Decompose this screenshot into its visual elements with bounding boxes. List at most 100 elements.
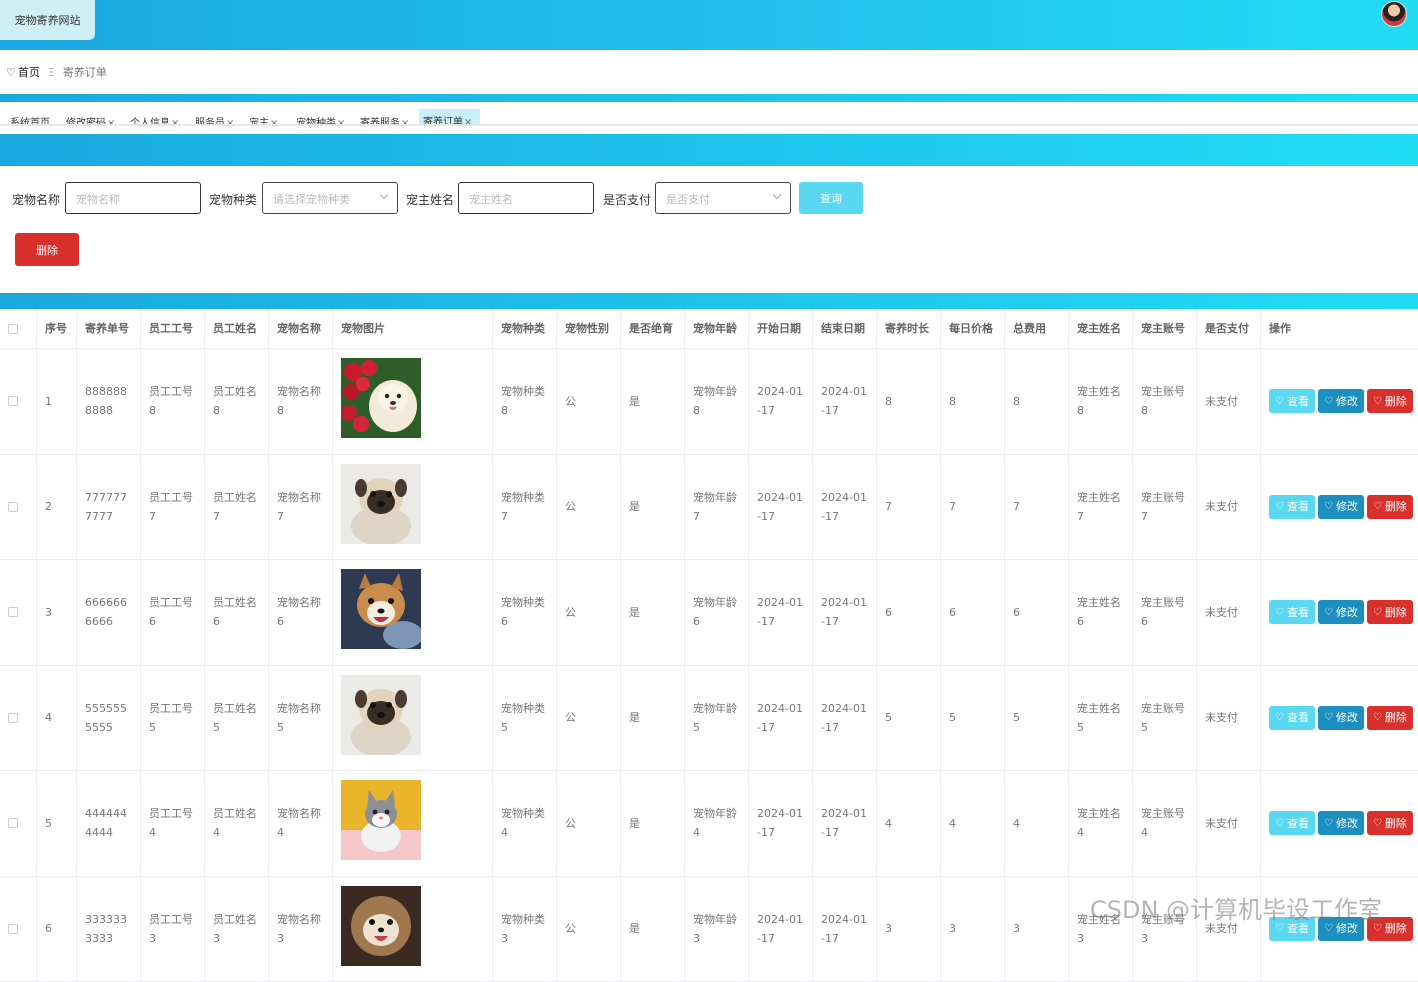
close-icon[interactable]: × <box>107 118 115 126</box>
view-button[interactable]: ♡查看 <box>1269 600 1315 624</box>
edit-button[interactable]: ♡修改 <box>1318 389 1364 413</box>
pet-photo[interactable] <box>341 464 421 550</box>
pet-gender-cell: 公 <box>557 877 621 982</box>
pet-age-cell: 宠物年龄4 <box>685 771 749 876</box>
index-cell: 6 <box>37 877 77 982</box>
pet-image-cell[interactable] <box>333 349 493 454</box>
close-icon[interactable]: × <box>401 118 409 126</box>
pet-photo[interactable] <box>341 780 421 866</box>
pet-type-cell: 宠物种类6 <box>493 560 557 665</box>
button-label: 修改 <box>1336 708 1358 727</box>
duration-cell: 3 <box>877 877 941 982</box>
column-header: 每日价格 <box>941 309 1005 348</box>
table-row: 45555555555员工工号5员工姓名5宠物名称5宠物种类5公是宠物年龄520… <box>0 666 1418 772</box>
view-button[interactable]: ♡查看 <box>1269 389 1315 413</box>
heart-icon: ♡ <box>1324 497 1333 516</box>
payment-status-cell: 未支付 <box>1197 455 1261 560</box>
pet-image-cell[interactable] <box>333 877 493 982</box>
pet-photo[interactable] <box>341 886 421 972</box>
batch-delete-button[interactable]: 删除 <box>15 233 79 266</box>
row-checkbox[interactable] <box>8 713 18 723</box>
pet-image-cell[interactable] <box>333 666 493 771</box>
duration-cell: 4 <box>877 771 941 876</box>
pet-image-cell[interactable] <box>333 771 493 876</box>
owner-name-label: 宠主姓名 <box>406 191 454 208</box>
owner-name-cell: 宠主姓名4 <box>1069 771 1133 876</box>
breadcrumb-home[interactable]: 首页 <box>18 64 40 80</box>
tab-pet-owner[interactable]: 宠主× <box>245 110 282 126</box>
row-checkbox[interactable] <box>8 396 18 406</box>
row-checkbox[interactable] <box>8 924 18 934</box>
pet-type-select[interactable]: 请选择宠物种类 <box>262 182 398 214</box>
view-button[interactable]: ♡查看 <box>1269 495 1315 519</box>
pet-photo[interactable] <box>341 569 421 655</box>
pet-name-cell: 宠物名称6 <box>269 560 333 665</box>
pet-photo[interactable] <box>341 358 421 444</box>
daily-price-cell: 4 <box>941 771 1005 876</box>
column-header: 是否绝育 <box>621 309 685 348</box>
query-button[interactable]: 查询 <box>799 182 863 214</box>
owner-account-cell: 宠主账号8 <box>1133 349 1197 454</box>
close-icon[interactable]: × <box>337 118 345 126</box>
pet-photo[interactable] <box>341 675 421 761</box>
delete-button[interactable]: ♡删除 <box>1367 706 1413 730</box>
tab-boarding-service[interactable]: 寄养服务× <box>356 110 413 126</box>
close-icon[interactable]: × <box>464 117 472 126</box>
delete-button[interactable]: ♡删除 <box>1367 600 1413 624</box>
paid-select[interactable]: 是否支付 <box>655 182 791 214</box>
delete-button[interactable]: ♡删除 <box>1367 389 1413 413</box>
tab-personal-info[interactable]: 个人信息× <box>126 110 183 126</box>
edit-button[interactable]: ♡修改 <box>1318 811 1364 835</box>
neutered-cell: 是 <box>621 560 685 665</box>
pet-image-cell[interactable] <box>333 455 493 560</box>
duration-cell: 7 <box>877 455 941 560</box>
delete-button[interactable]: ♡删除 <box>1367 495 1413 519</box>
edit-button[interactable]: ♡修改 <box>1318 600 1364 624</box>
owner-account-cell: 宠主账号4 <box>1133 771 1197 876</box>
button-label: 删除 <box>1385 603 1407 622</box>
daily-price-cell: 6 <box>941 560 1005 665</box>
user-avatar[interactable] <box>1381 1 1407 27</box>
daily-price-cell: 3 <box>941 877 1005 982</box>
select-all-checkbox[interactable] <box>8 324 18 334</box>
heart-icon: ♡ <box>1324 392 1333 411</box>
actions-cell: ♡查看♡修改♡删除 <box>1261 771 1418 876</box>
row-checkbox[interactable] <box>8 818 18 828</box>
owner-name-input[interactable]: 宠主姓名 <box>458 182 594 214</box>
site-title[interactable]: 宠物寄养网站 <box>0 0 95 40</box>
row-checkbox[interactable] <box>8 607 18 617</box>
tab-boarding-order[interactable]: 寄养订单× <box>419 109 480 126</box>
pet-name-label: 宠物名称 <box>12 191 60 208</box>
button-label: 查看 <box>1287 708 1309 727</box>
close-icon[interactable]: × <box>226 118 234 126</box>
button-label: 查看 <box>1287 603 1309 622</box>
view-button[interactable]: ♡查看 <box>1269 811 1315 835</box>
orders-table: 序号寄养单号员工工号员工姓名宠物名称宠物图片宠物种类宠物性别是否绝育宠物年龄开始… <box>0 309 1418 982</box>
pet-name-input[interactable]: 宠物名称 <box>65 182 201 214</box>
tab-change-password[interactable]: 修改密码× <box>62 110 119 126</box>
employee-no-cell: 员工工号8 <box>141 349 205 454</box>
view-button[interactable]: ♡查看 <box>1269 706 1315 730</box>
button-label: 修改 <box>1336 603 1358 622</box>
tab-pet-type[interactable]: 宠物种类× <box>292 110 349 126</box>
tab-system-home[interactable]: 系统首页 <box>6 110 54 126</box>
row-checkbox-cell <box>0 666 37 771</box>
edit-button[interactable]: ♡修改 <box>1318 495 1364 519</box>
edit-button[interactable]: ♡修改 <box>1318 706 1364 730</box>
row-checkbox-cell <box>0 771 37 876</box>
pet-age-cell: 宠物年龄7 <box>685 455 749 560</box>
total-fee-cell: 6 <box>1005 560 1069 665</box>
tab-waiter[interactable]: 服务员× <box>191 110 238 126</box>
row-checkbox[interactable] <box>8 502 18 512</box>
delete-button[interactable]: ♡删除 <box>1367 811 1413 835</box>
close-icon[interactable]: × <box>171 118 179 126</box>
chevron-down-icon <box>773 191 781 199</box>
employee-no-cell: 员工工号6 <box>141 560 205 665</box>
heart-icon: ♡ <box>1373 814 1382 833</box>
employee-no-cell: 员工工号5 <box>141 666 205 771</box>
order-number-cell: 5555555555 <box>77 666 141 771</box>
breadcrumb-separator: Ξ <box>48 66 55 79</box>
paid-label: 是否支付 <box>603 191 651 208</box>
pet-image-cell[interactable] <box>333 560 493 665</box>
close-icon[interactable]: × <box>270 118 278 126</box>
